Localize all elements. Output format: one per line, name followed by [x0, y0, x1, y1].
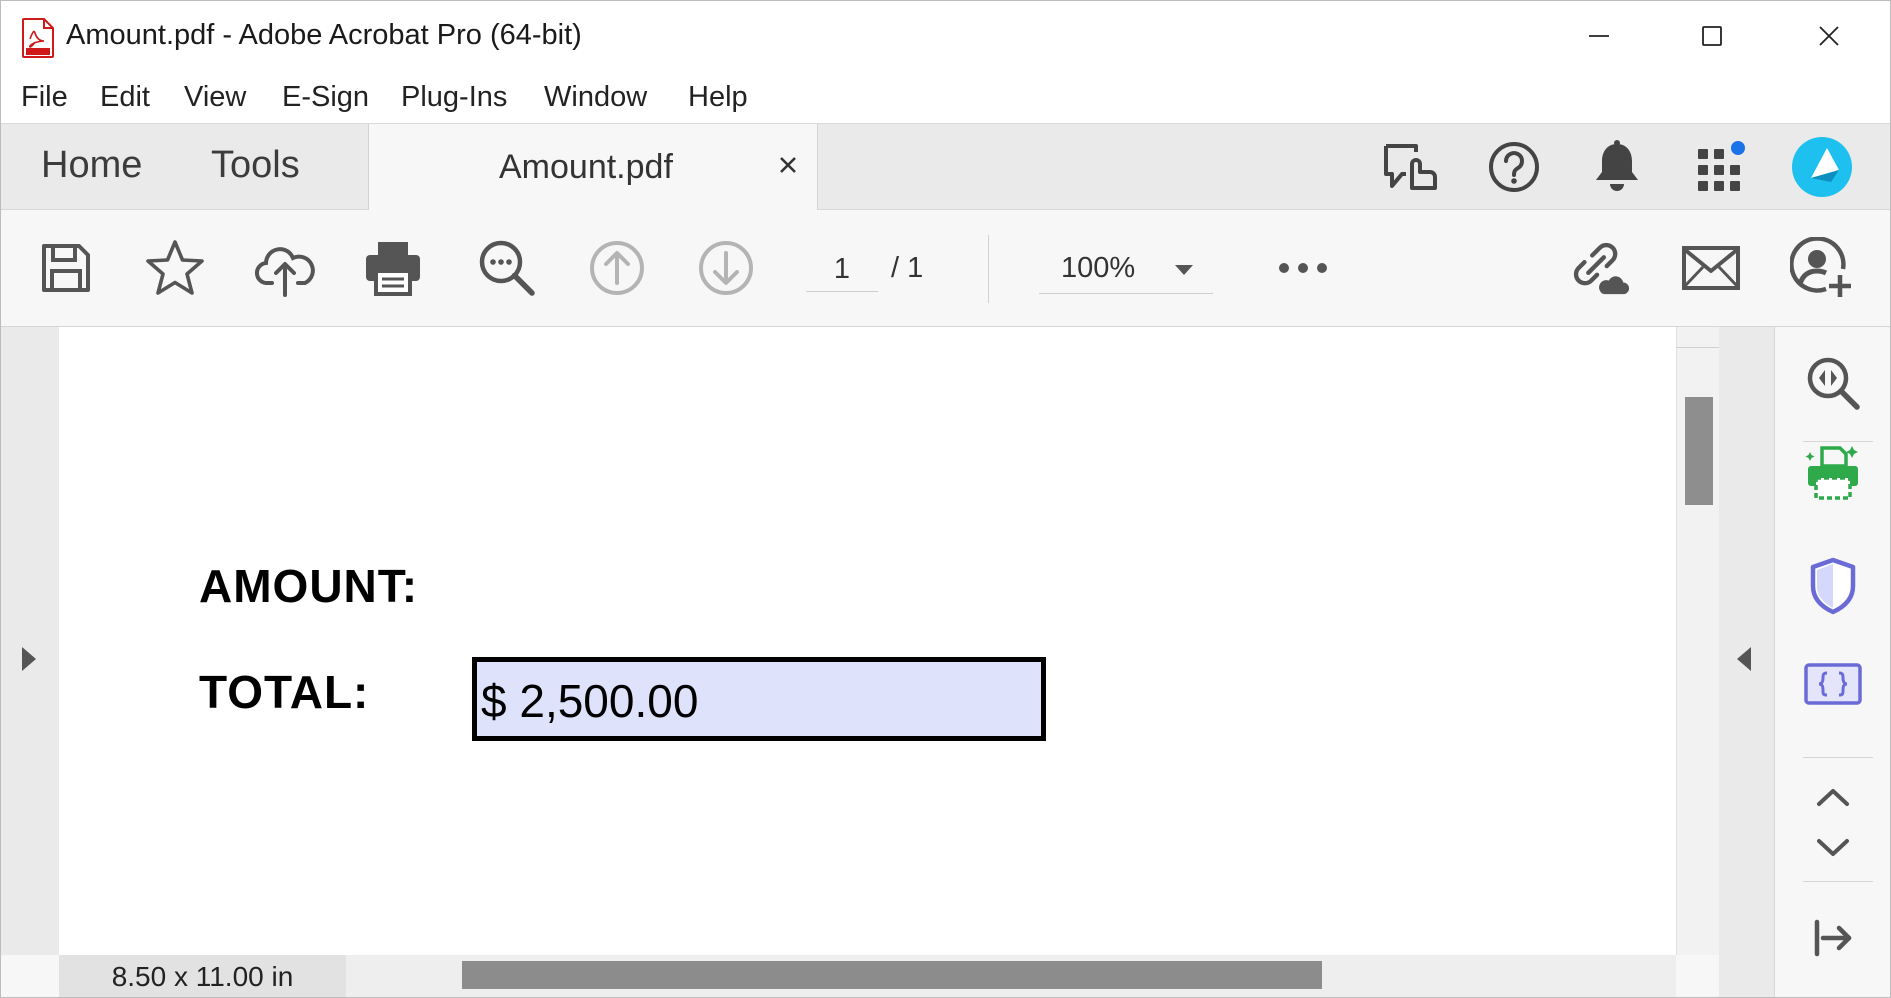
tab-bar: Home Tools Amount.pdf — [1, 123, 1890, 211]
more-options-button[interactable] — [1271, 236, 1335, 300]
close-window-button[interactable] — [1799, 11, 1859, 61]
add-user-button[interactable] — [1789, 236, 1853, 300]
print-button[interactable] — [361, 236, 425, 300]
zoom-dropdown[interactable]: 100% — [1039, 247, 1213, 294]
cloud-upload-icon — [255, 247, 315, 297]
protect-shield-icon — [1810, 557, 1856, 615]
document-page: AMOUNT: TOTAL: $ 2,500.00 — [59, 327, 1676, 955]
save-icon — [42, 244, 90, 292]
window-title: Amount.pdf - Adobe Acrobat Pro (64-bit) — [66, 19, 582, 51]
total-form-field[interactable]: $ 2,500.00 — [472, 657, 1046, 741]
maximize-button[interactable] — [1682, 11, 1742, 61]
prepare-form-button[interactable] — [1800, 651, 1866, 717]
share-review-icon — [1384, 144, 1437, 190]
page-size-readout: 8.50 x 11.00 in — [59, 955, 346, 997]
help-button[interactable] — [1483, 136, 1545, 198]
account-avatar-button[interactable] — [1790, 136, 1854, 198]
vertical-scroll-thumb[interactable] — [1685, 397, 1713, 505]
previous-page-icon — [590, 241, 644, 295]
scroll-tools-up-button[interactable] — [1800, 773, 1866, 821]
email-icon — [1682, 246, 1740, 290]
save-button[interactable] — [34, 236, 98, 300]
email-button[interactable] — [1679, 236, 1743, 300]
share-review-button[interactable] — [1380, 136, 1442, 198]
user-avatar-icon — [1792, 137, 1852, 197]
rail-divider — [1803, 757, 1873, 758]
add-user-icon — [1790, 237, 1851, 297]
chevron-down-icon — [1175, 265, 1193, 275]
menu-bar: File Edit View E-Sign Plug-Ins Window He… — [1, 73, 1890, 123]
page-count: / 1 — [891, 252, 924, 284]
collapse-panel-icon — [1814, 919, 1852, 957]
maximize-icon — [1702, 26, 1722, 46]
scrollbar-up-arrow[interactable] — [1677, 327, 1719, 348]
pdf-file-icon — [22, 18, 54, 58]
zoom-search-button[interactable] — [1800, 350, 1866, 416]
left-panel-collapsed — [1, 327, 59, 955]
zoom-value: 100% — [1061, 252, 1136, 284]
prepare-form-icon — [1804, 663, 1862, 705]
chevron-down-icon — [1817, 839, 1849, 856]
horizontal-scroll-thumb[interactable] — [462, 961, 1322, 989]
share-link-button[interactable] — [1567, 236, 1631, 300]
status-bar: 8.50 x 11.00 in — [59, 955, 1676, 997]
previous-page-button[interactable] — [585, 236, 649, 300]
document-tab-label: Amount.pdf — [499, 148, 673, 186]
protect-button[interactable] — [1800, 553, 1866, 619]
collapse-tools-rail-button[interactable] — [1800, 905, 1866, 971]
find-button[interactable] — [475, 236, 539, 300]
expand-left-panel-icon[interactable] — [22, 647, 36, 671]
apps-button[interactable] — [1689, 136, 1751, 198]
tab-document[interactable]: Amount.pdf — [368, 124, 818, 211]
print-production-icon — [1805, 446, 1858, 500]
notifications-button[interactable] — [1586, 136, 1648, 198]
scroll-tools-down-button[interactable] — [1800, 824, 1866, 872]
toolbar-divider — [988, 235, 989, 303]
menu-plugins[interactable]: Plug-Ins — [401, 81, 507, 114]
print-production-button[interactable] — [1800, 440, 1866, 506]
next-page-icon — [699, 241, 753, 295]
next-page-button[interactable] — [694, 236, 758, 300]
bookmark-button[interactable] — [143, 236, 207, 300]
amount-label: AMOUNT: — [199, 560, 419, 612]
title-bar: Amount.pdf - Adobe Acrobat Pro (64-bit) — [1, 1, 1890, 73]
menu-view[interactable]: View — [184, 81, 246, 114]
expand-right-panel-icon[interactable] — [1737, 647, 1751, 671]
zoom-search-icon — [1807, 357, 1860, 410]
bookmark-star-icon — [146, 240, 204, 295]
tab-home[interactable]: Home — [41, 144, 142, 187]
current-page-input[interactable] — [806, 247, 878, 292]
chevron-up-icon — [1817, 789, 1849, 806]
close-tab-icon[interactable] — [775, 152, 801, 178]
total-label: TOTAL: — [199, 666, 370, 718]
right-panel-toggle-strip — [1719, 327, 1774, 997]
notifications-bell-icon — [1596, 140, 1638, 191]
find-text-icon — [479, 240, 535, 296]
more-options-icon — [1279, 263, 1327, 273]
upload-button[interactable] — [253, 236, 317, 300]
share-link-icon — [1573, 242, 1630, 295]
menu-window[interactable]: Window — [544, 81, 647, 114]
apps-grid-icon — [1698, 141, 1745, 191]
close-icon — [1819, 26, 1839, 46]
main-toolbar: / 1 100% — [1, 210, 1890, 327]
help-icon — [1489, 142, 1539, 192]
minimize-button[interactable] — [1569, 11, 1629, 61]
menu-file[interactable]: File — [21, 81, 68, 114]
menu-edit[interactable]: Edit — [100, 81, 150, 114]
acrobat-window: Amount.pdf - Adobe Acrobat Pro (64-bit) … — [0, 0, 1891, 998]
right-tools-rail — [1774, 327, 1890, 997]
vertical-scrollbar[interactable] — [1676, 327, 1719, 955]
tab-tools[interactable]: Tools — [211, 144, 300, 187]
minimize-icon — [1589, 35, 1609, 37]
rail-divider — [1803, 881, 1873, 882]
menu-help[interactable]: Help — [688, 81, 748, 114]
menu-esign[interactable]: E-Sign — [282, 81, 369, 114]
print-icon — [366, 242, 420, 296]
